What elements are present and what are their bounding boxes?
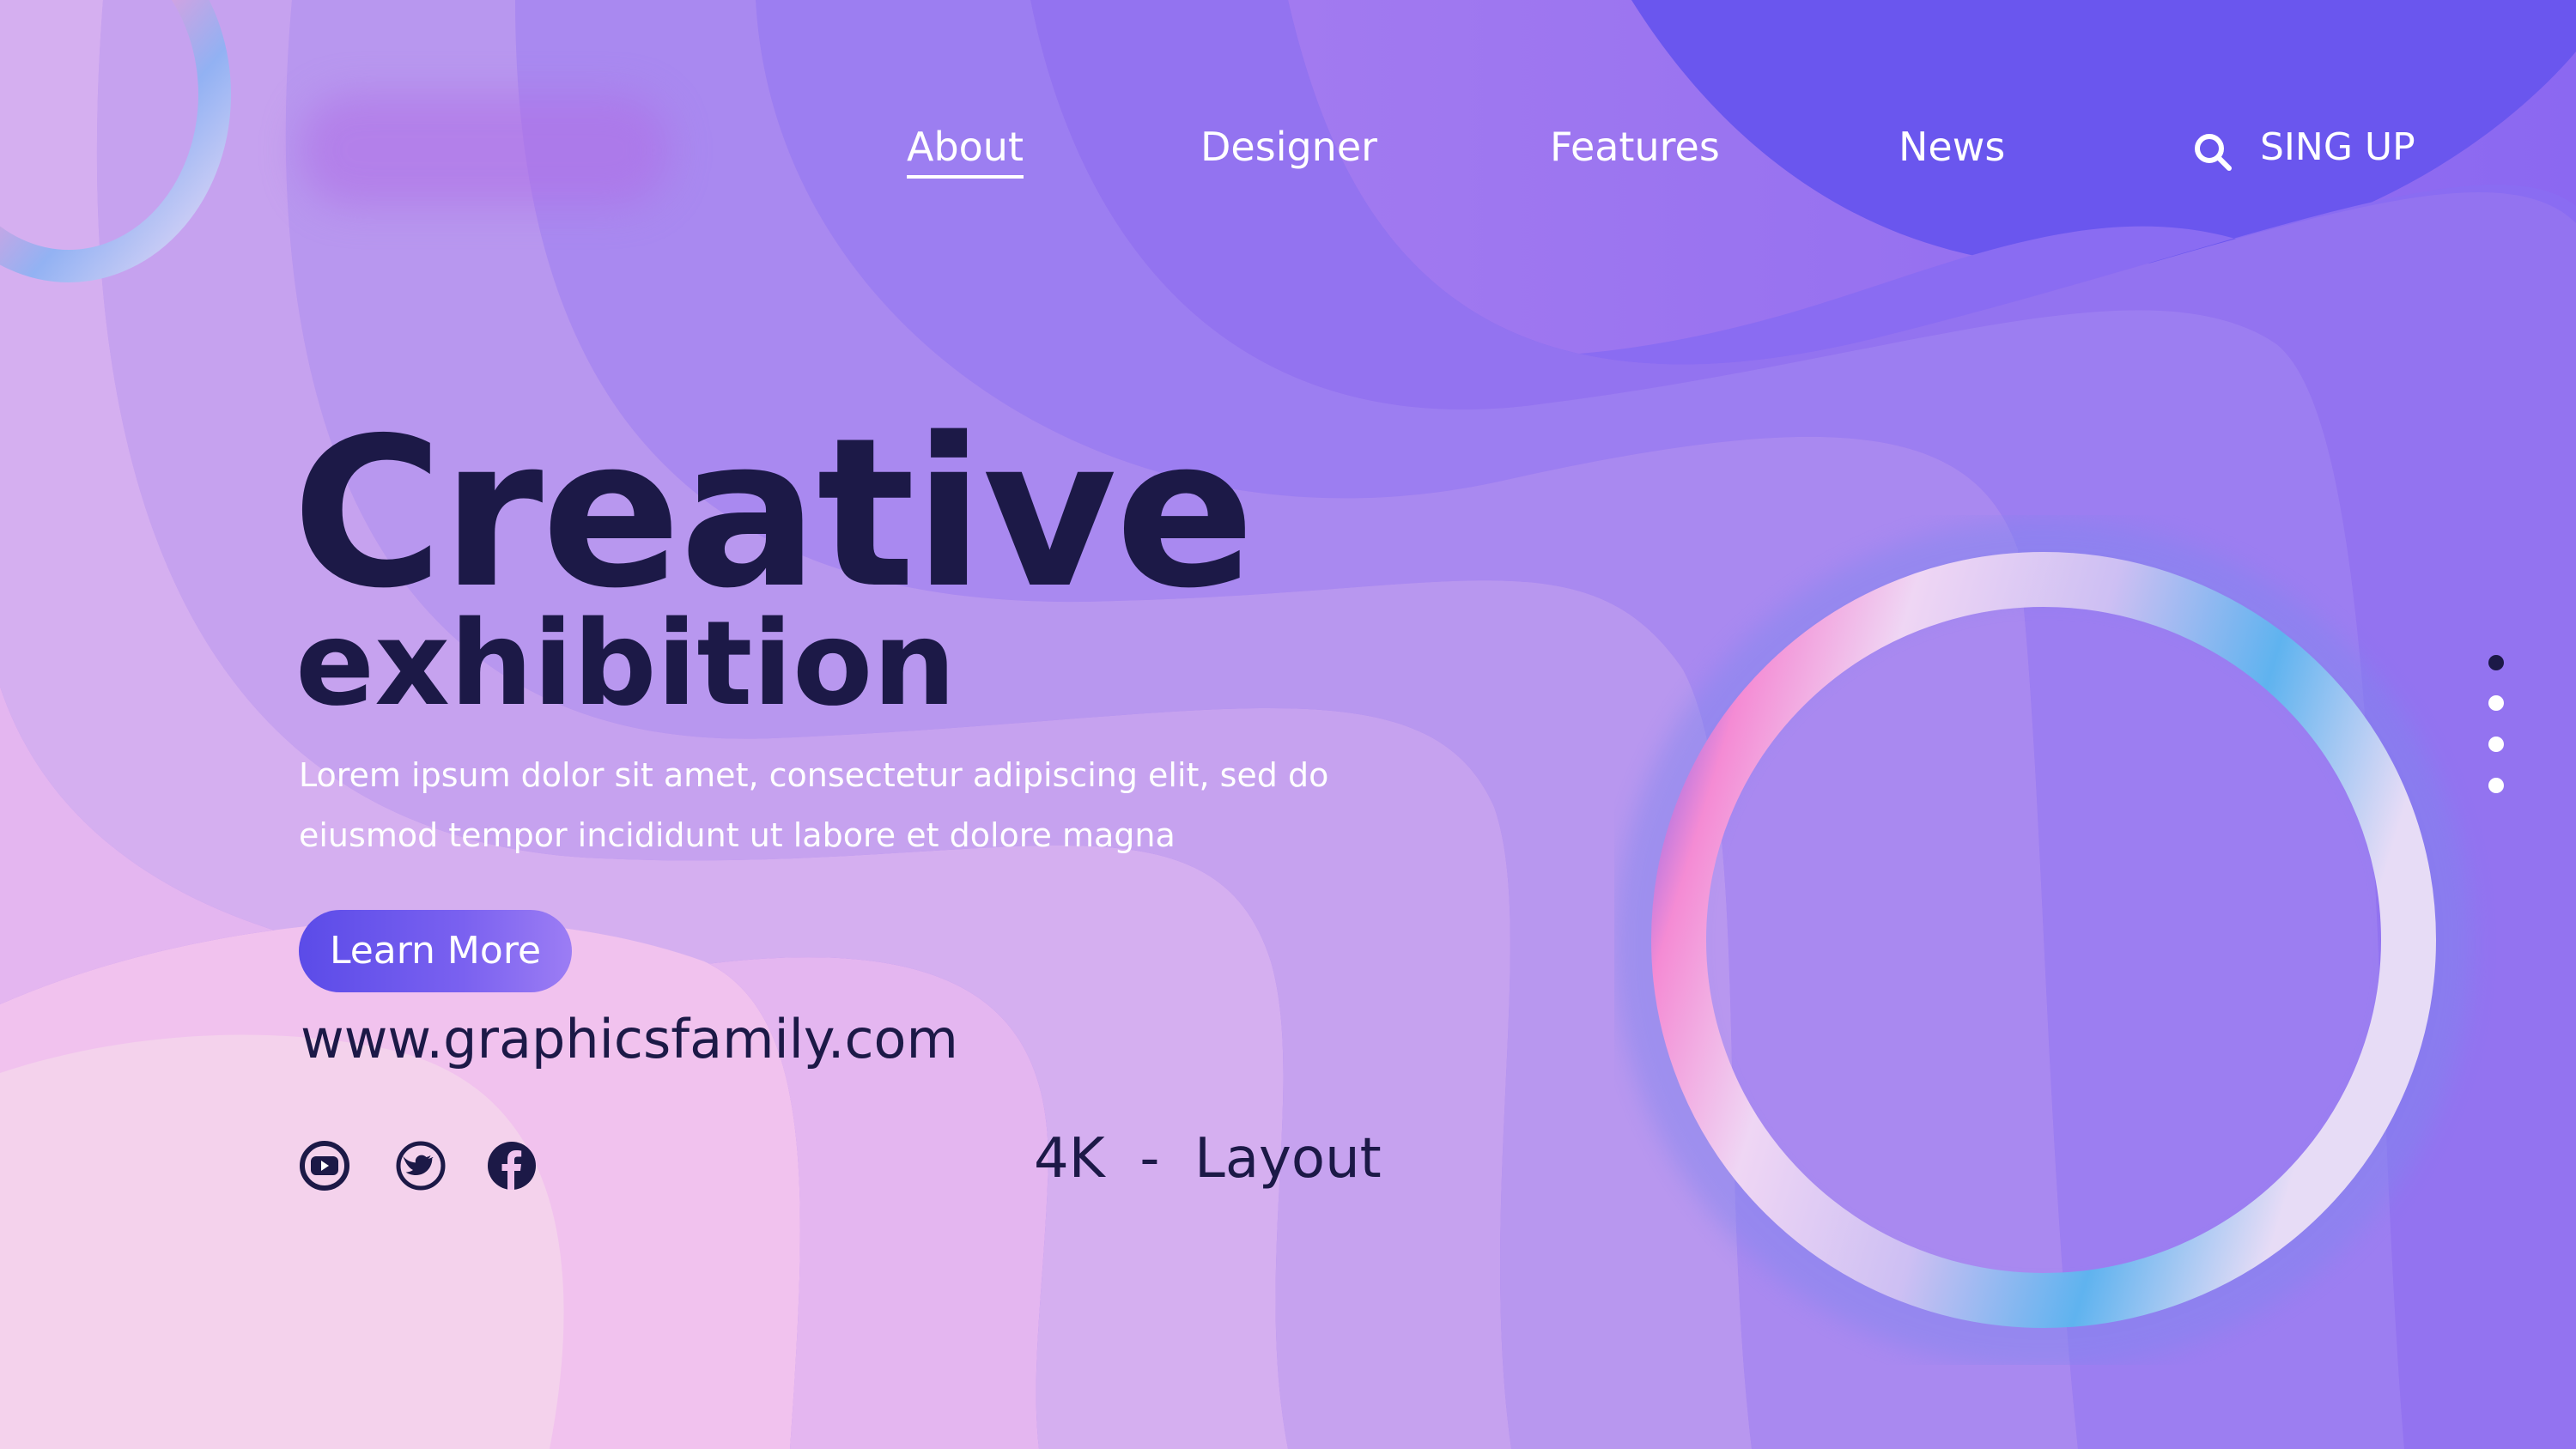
search-icon[interactable] — [2193, 132, 2233, 172]
pagination-dot-1[interactable] — [2488, 655, 2504, 670]
signup-link[interactable]: SING UP — [2260, 129, 2415, 167]
decorative-ring-large — [1614, 519, 2473, 1365]
hero-title: Creative — [292, 393, 1255, 634]
layout-tagline: 4K - Layout — [1034, 1127, 1382, 1191]
nav-link-news[interactable]: News — [1899, 127, 2005, 167]
hero-subtitle: exhibition — [295, 597, 957, 732]
nav-link-features[interactable]: Features — [1550, 127, 1720, 167]
nav-link-about[interactable]: About — [907, 127, 1024, 179]
pagination-dot-4[interactable] — [2488, 778, 2504, 793]
landing-page: About Designer Features News SING UP Cre… — [0, 0, 2576, 1449]
facebook-icon[interactable] — [486, 1140, 538, 1191]
nav-link-designer[interactable]: Designer — [1200, 127, 1377, 167]
pagination-dot-3[interactable] — [2488, 737, 2504, 752]
website-link[interactable]: www.graphicsfamily.com — [301, 1013, 958, 1066]
youtube-icon[interactable] — [299, 1140, 350, 1191]
hero-description: Lorem ipsum dolor sit amet, consectetur … — [299, 756, 1329, 854]
learn-more-button[interactable]: Learn More — [299, 910, 572, 992]
top-navigation: About Designer Features News SING UP — [0, 0, 2576, 223]
pagination-dot-2[interactable] — [2488, 695, 2504, 711]
twitter-icon[interactable] — [395, 1140, 447, 1191]
